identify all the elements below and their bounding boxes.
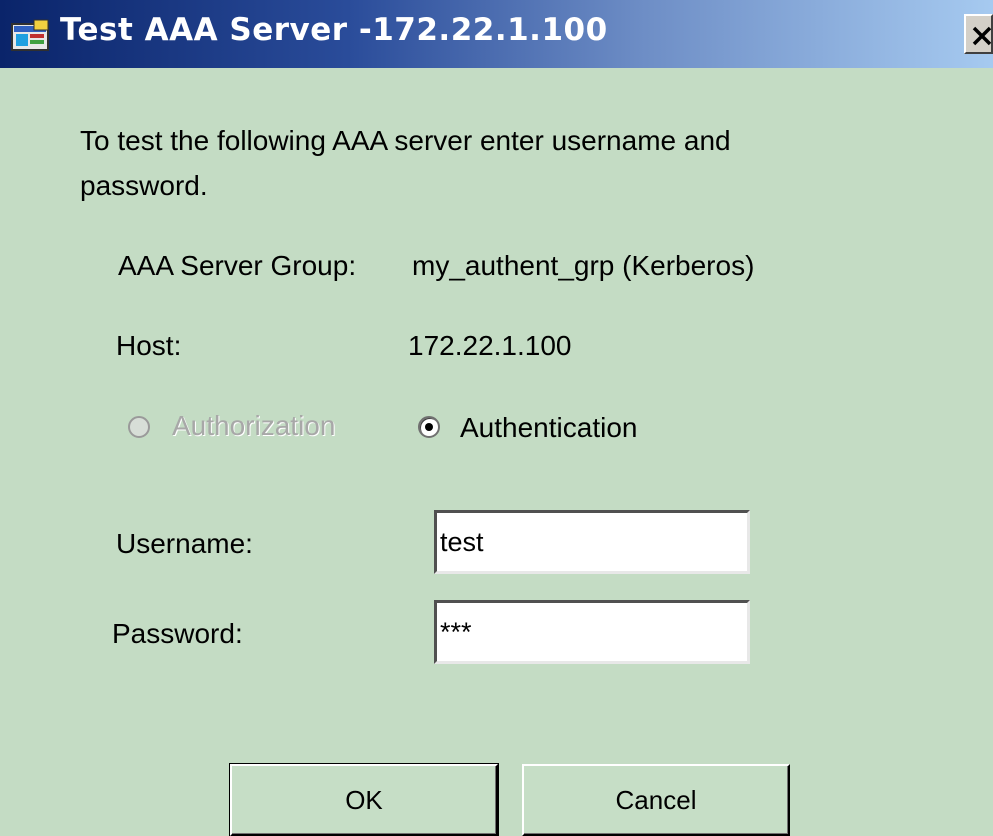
password-input[interactable]: [434, 600, 750, 664]
close-button[interactable]: [964, 14, 993, 54]
password-label: Password:: [112, 618, 243, 649]
radio-selected-dot: [425, 423, 433, 431]
host-label: Host:: [116, 330, 182, 361]
intro-text: To test the following AAA server enter u…: [80, 125, 731, 201]
username-input[interactable]: [434, 510, 750, 574]
host-value: 172.22.1.100: [408, 330, 572, 361]
server-group-label: AAA Server Group:: [118, 250, 357, 281]
authentication-label[interactable]: Authentication: [460, 412, 637, 444]
server-group-value: my_authent_grp (Kerberos): [412, 250, 755, 281]
cancel-button[interactable]: Cancel: [522, 764, 790, 836]
authorization-label: Authorization: [172, 410, 336, 441]
app-window-icon: [11, 19, 49, 51]
authorization-radio: [128, 416, 150, 438]
close-icon: [972, 26, 991, 46]
ok-button[interactable]: OK: [230, 764, 498, 836]
window-title: Test AAA Server -172.22.1.100: [60, 12, 608, 48]
username-label: Username:: [116, 528, 253, 559]
title-bar[interactable]: Test AAA Server -172.22.1.100: [0, 0, 993, 68]
authentication-radio[interactable]: [418, 416, 440, 438]
